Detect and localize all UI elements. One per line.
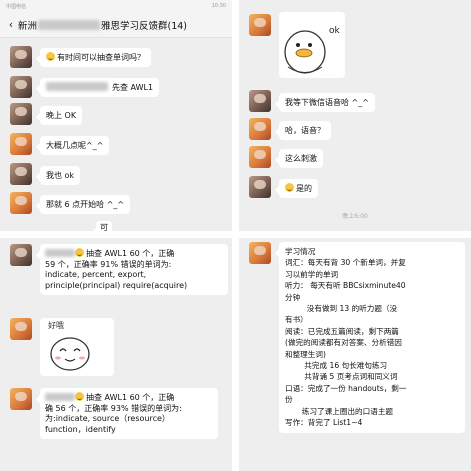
- redacted-text: [45, 249, 75, 257]
- avatar[interactable]: [10, 318, 32, 340]
- avatar[interactable]: [249, 242, 271, 264]
- duck-sticker-icon: [284, 30, 326, 74]
- chat-screenshot-2: ok 我等下微信语音哈 ^_^ 哈，语音？ 这么刺激 是的 晚上6:00: [239, 0, 471, 231]
- avatar[interactable]: [10, 163, 32, 185]
- avatar[interactable]: [10, 244, 32, 266]
- avatar[interactable]: [249, 90, 271, 112]
- avatar[interactable]: [249, 14, 271, 36]
- redacted-text: [46, 82, 108, 91]
- redacted-text: [45, 393, 75, 401]
- chat-screenshot-4: 学习情况 词汇：每天有背 30 个新单词，并复 习以前学的单词 听力： 每天有听…: [239, 238, 471, 471]
- smile-emoji-icon: [285, 183, 294, 192]
- chat-header: ‹ 新洲 雅思学习反馈群(14): [0, 12, 232, 38]
- message-bubble: 我等下微信语音哈 ^_^: [275, 93, 375, 112]
- smile-emoji-icon: [75, 392, 84, 401]
- message-bubble: 晚上 OK: [35, 106, 83, 125]
- message-bubble: 大概几点呢^_^: [35, 136, 110, 155]
- message-bubble: 这么刺激: [275, 149, 323, 168]
- avatar[interactable]: [10, 46, 32, 68]
- message-bubble: 抽查 AWL1 60 个，正确 59 个，正确率 91% 错误的单词为: ind…: [36, 244, 228, 295]
- avatar[interactable]: [10, 133, 32, 155]
- message-bubble: 哈，语音？: [275, 121, 331, 140]
- smile-emoji-icon: [46, 52, 55, 61]
- back-arrow-icon[interactable]: ‹: [4, 18, 18, 31]
- smile-emoji-icon: [75, 248, 84, 257]
- avatar[interactable]: [10, 103, 32, 125]
- avatar[interactable]: [10, 192, 32, 214]
- avatar[interactable]: [249, 176, 271, 198]
- avatar[interactable]: [10, 388, 32, 410]
- message-bubble: 我也 ok: [35, 166, 81, 185]
- message-bubble: 可: [92, 221, 112, 231]
- avatar[interactable]: [249, 146, 271, 168]
- ok-duck-sticker: ok: [279, 12, 345, 78]
- chat-screenshot-3: 抽查 AWL1 60 个，正确 59 个，正确率 91% 错误的单词为: ind…: [0, 238, 232, 471]
- message-bubble: 是的: [275, 179, 318, 198]
- avatar[interactable]: [10, 76, 32, 98]
- chat-title: 雅思学习反馈群(14): [101, 20, 188, 32]
- message-bubble: 那就 6 点开始哈 ^_^: [35, 195, 131, 214]
- message-timestamp: 晚上6:00: [342, 213, 368, 220]
- chat-title-prefix: 新洲: [18, 20, 38, 32]
- message-bubble: 先查 AWL1: [35, 78, 160, 97]
- sticker-text: ok: [329, 26, 340, 36]
- sticker-text: 好哦: [48, 321, 64, 330]
- carrier-label: 中国电信: [6, 4, 27, 10]
- good-sticker: 好哦: [40, 318, 114, 376]
- status-time: 10:30: [211, 3, 226, 9]
- study-report-bubble: 学习情况 词汇：每天有背 30 个新单词，并复 习以前学的单词 听力： 每天有听…: [275, 242, 465, 433]
- chat-screenshot-1: 中国电信 10:30 ‹ 新洲 雅思学习反馈群(14) 有时间可以抽查单词吗？ …: [0, 0, 232, 231]
- message-bubble: 有时间可以抽查单词吗？: [36, 48, 151, 67]
- avatar[interactable]: [249, 118, 271, 140]
- message-bubble: 抽查 AWL1 60 个，正确 确 56 个，正确率 93% 错误的单词为: 为…: [36, 388, 218, 439]
- redacted-name: [38, 19, 101, 30]
- status-bar: 中国电信 10:30: [0, 0, 232, 12]
